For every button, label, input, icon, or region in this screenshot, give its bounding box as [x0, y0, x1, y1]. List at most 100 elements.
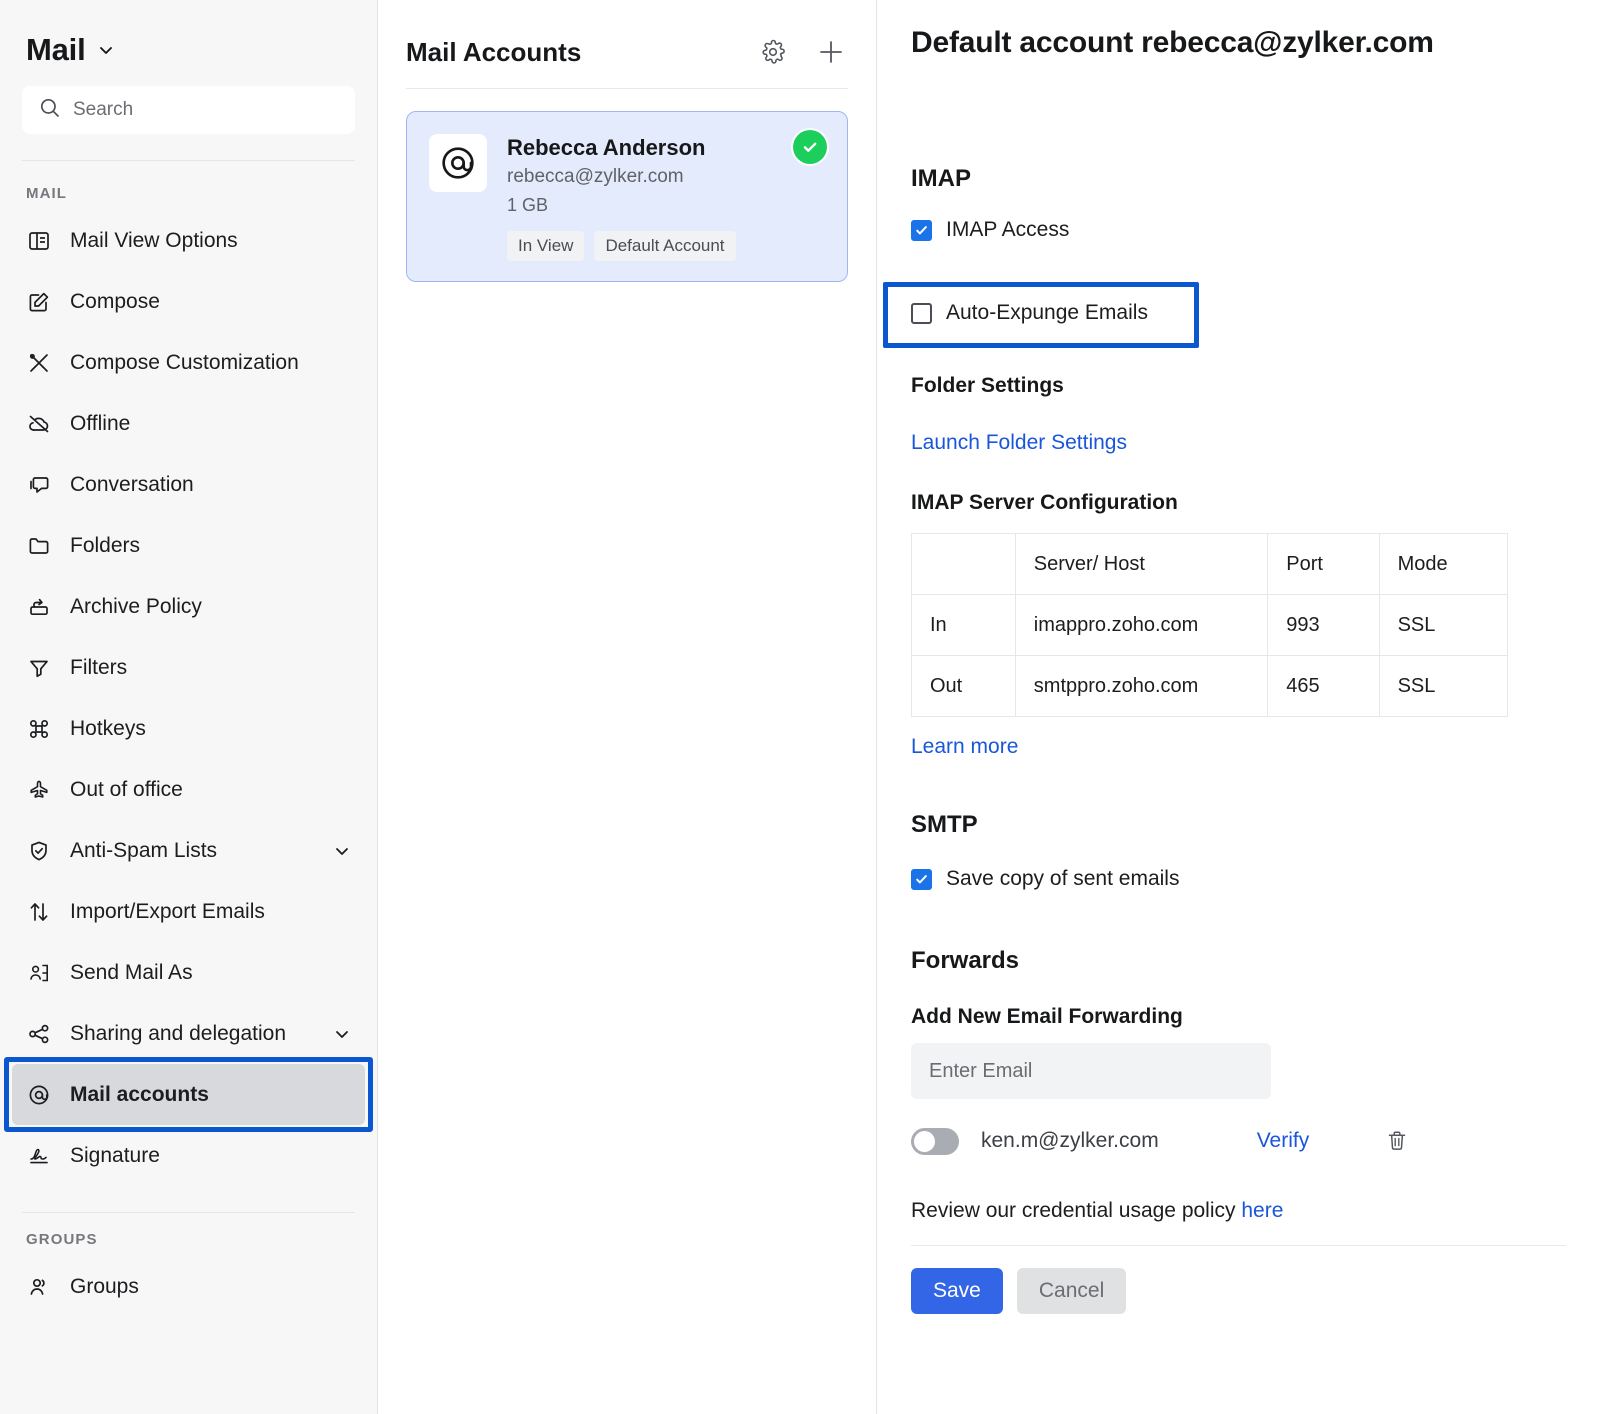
sidebar-item-label: Compose	[70, 290, 160, 314]
cloud-off-icon	[26, 411, 52, 437]
sidebar-item-label: Offline	[70, 412, 130, 436]
panel-title: Mail Accounts	[406, 37, 581, 68]
sidebar-section-label-mail: MAIL	[0, 167, 377, 210]
sidebar: Mail Search MAIL Mail View Options	[0, 0, 378, 1414]
sidebar-item-label: Import/Export Emails	[70, 900, 265, 924]
avatar	[429, 134, 487, 192]
imap-access-label: IMAP Access	[946, 218, 1069, 242]
sidebar-item-out-of-office[interactable]: Out of office	[12, 759, 365, 820]
action-buttons: Save Cancel	[911, 1268, 1566, 1314]
shield-check-icon	[26, 838, 52, 864]
users-icon	[26, 1274, 52, 1300]
sidebar-item-folders[interactable]: Folders	[12, 515, 365, 576]
sidebar-item-compose[interactable]: Compose	[12, 271, 365, 332]
sidebar-item-compose-customization[interactable]: Compose Customization	[12, 332, 365, 393]
gear-icon[interactable]	[758, 37, 788, 67]
account-detail-panel: Default account rebecca@zylker.com IMAP …	[877, 0, 1600, 1414]
sidebar-item-signature[interactable]: Signature	[12, 1125, 365, 1186]
auto-expunge-label: Auto-Expunge Emails	[946, 301, 1148, 325]
launch-folder-settings-link[interactable]: Launch Folder Settings	[911, 431, 1566, 455]
table-cell-mode: SSL	[1379, 656, 1507, 717]
sidebar-item-offline[interactable]: Offline	[12, 393, 365, 454]
table-cell-port: 465	[1268, 656, 1379, 717]
verify-link[interactable]: Verify	[1257, 1129, 1310, 1153]
search-input[interactable]: Search	[22, 86, 355, 134]
chevron-down-icon[interactable]	[333, 1025, 351, 1043]
arrows-up-down-icon	[26, 899, 52, 925]
status-badge-in-view: In View	[507, 231, 584, 261]
table-header-port: Port	[1268, 534, 1379, 595]
table-cell-port: 993	[1268, 595, 1379, 656]
sidebar-brand-title: Mail	[26, 32, 86, 68]
sidebar-item-groups[interactable]: Groups	[12, 1256, 365, 1317]
sidebar-brand[interactable]: Mail	[0, 0, 377, 74]
cancel-button[interactable]: Cancel	[1017, 1268, 1126, 1314]
credential-policy-text: Review our credential usage policy here	[911, 1199, 1566, 1223]
sidebar-item-label: Anti-Spam Lists	[70, 839, 217, 863]
table-cell-host: imappro.zoho.com	[1015, 595, 1268, 656]
mail-account-card[interactable]: Rebecca Anderson rebecca@zylker.com 1 GB…	[406, 111, 848, 282]
sidebar-item-label: Out of office	[70, 778, 183, 802]
sidebar-item-mail-accounts[interactable]: Mail accounts	[12, 1064, 365, 1125]
auto-expunge-checkbox[interactable]	[911, 303, 932, 324]
table-header-mode: Mode	[1379, 534, 1507, 595]
account-storage-size: 1 GB	[507, 192, 825, 219]
imap-server-configuration-heading: IMAP Server Configuration	[911, 491, 1566, 515]
mail-accounts-panel: Mail Accounts Rebecca Anderson rebecca@z…	[378, 0, 877, 1414]
search-placeholder: Search	[73, 99, 133, 121]
toggle-knob	[914, 1131, 935, 1152]
airplane-icon	[26, 777, 52, 803]
smtp-section-heading: SMTP	[911, 811, 1566, 839]
sidebar-item-label: Filters	[70, 656, 127, 680]
forward-enable-toggle[interactable]	[911, 1128, 959, 1155]
policy-here-link[interactable]: here	[1241, 1199, 1283, 1222]
sidebar-section-label-groups: GROUPS	[0, 1213, 377, 1256]
trash-icon[interactable]	[1383, 1127, 1411, 1155]
save-copy-label: Save copy of sent emails	[946, 867, 1179, 891]
forwards-section-heading: Forwards	[911, 947, 1566, 975]
verified-check-icon	[793, 130, 827, 164]
panel-actions	[758, 37, 846, 67]
chevron-down-icon[interactable]	[333, 842, 351, 860]
signature-icon	[26, 1143, 52, 1169]
policy-text: Review our credential usage policy	[911, 1199, 1241, 1222]
page-title: Default account rebecca@zylker.com	[877, 26, 1600, 60]
sidebar-item-archive-policy[interactable]: Archive Policy	[12, 576, 365, 637]
sidebar-item-send-mail-as[interactable]: Send Mail As	[12, 942, 365, 1003]
sidebar-item-hotkeys[interactable]: Hotkeys	[12, 698, 365, 759]
detail-body: IMAP IMAP Access Auto-Expunge Emails Fol…	[877, 165, 1600, 1314]
sidebar-item-sharing-and-delegation[interactable]: Sharing and delegation	[12, 1003, 365, 1064]
mail-accounts-header: Mail Accounts	[378, 0, 876, 74]
sidebar-item-conversation[interactable]: Conversation	[12, 454, 365, 515]
save-button[interactable]: Save	[911, 1268, 1003, 1314]
sidebar-item-label: Send Mail As	[70, 961, 193, 985]
compose-pencil-icon	[26, 289, 52, 315]
auto-expunge-row[interactable]: Auto-Expunge Emails	[883, 282, 1566, 344]
at-sign-icon	[26, 1082, 52, 1108]
sidebar-item-import-export-emails[interactable]: Import/Export Emails	[12, 881, 365, 942]
imap-access-checkbox[interactable]	[911, 220, 932, 241]
save-copy-row[interactable]: Save copy of sent emails	[911, 867, 1566, 891]
learn-more-link[interactable]: Learn more	[911, 735, 1566, 759]
table-cell-direction: Out	[912, 656, 1016, 717]
imap-server-config-table: Server/ Host Port Mode In imappro.zoho.c…	[911, 533, 1508, 717]
account-info: Rebecca Anderson rebecca@zylker.com 1 GB…	[507, 134, 825, 261]
share-nodes-icon	[26, 1021, 52, 1047]
sidebar-item-label: Groups	[70, 1275, 139, 1299]
folder-icon	[26, 533, 52, 559]
footer-divider	[911, 1245, 1566, 1246]
plus-icon[interactable]	[816, 37, 846, 67]
table-row: In imappro.zoho.com 993 SSL	[912, 595, 1508, 656]
folder-settings-heading: Folder Settings	[911, 374, 1566, 398]
sidebar-item-mail-view-options[interactable]: Mail View Options	[12, 210, 365, 271]
sidebar-item-anti-spam-lists[interactable]: Anti-Spam Lists	[12, 820, 365, 881]
status-badge-default-account: Default Account	[594, 231, 735, 261]
forward-email-input[interactable]	[911, 1043, 1271, 1099]
sidebar-item-label: Hotkeys	[70, 717, 146, 741]
save-copy-checkbox[interactable]	[911, 869, 932, 890]
table-header-row: Server/ Host Port Mode	[912, 534, 1508, 595]
account-name: Rebecca Anderson	[507, 134, 825, 162]
account-email: rebecca@zylker.com	[507, 164, 825, 189]
imap-access-row[interactable]: IMAP Access	[911, 218, 1566, 242]
sidebar-item-filters[interactable]: Filters	[12, 637, 365, 698]
